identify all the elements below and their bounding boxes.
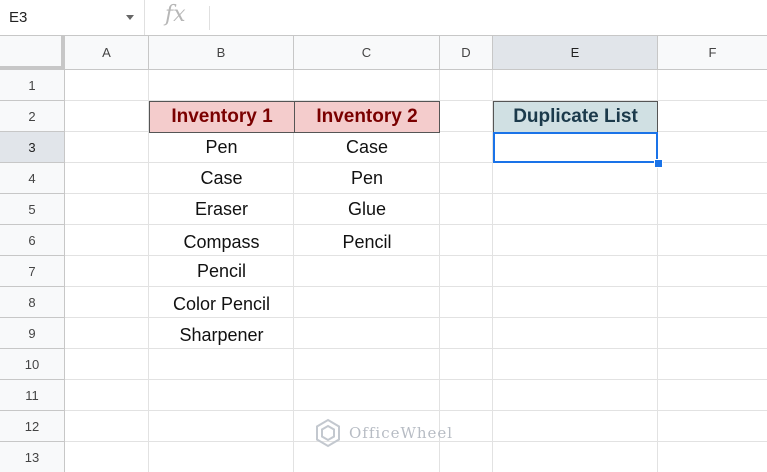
- formula-bar: E3 fx: [0, 0, 767, 36]
- cell-b5[interactable]: Eraser: [149, 194, 294, 225]
- formula-input[interactable]: [215, 0, 767, 35]
- fill-handle[interactable]: [654, 159, 663, 168]
- cell-c3[interactable]: Case: [294, 132, 440, 163]
- cell-b6[interactable]: Compass: [149, 225, 294, 259]
- cell-b3[interactable]: Pen: [149, 132, 294, 163]
- row-header-9[interactable]: 9: [0, 318, 65, 349]
- column-header-d[interactable]: D: [440, 36, 493, 70]
- row-header-8[interactable]: 8: [0, 287, 65, 318]
- row-header-6[interactable]: 6: [0, 225, 65, 256]
- row-header-13[interactable]: 13: [0, 442, 65, 472]
- column-header-f[interactable]: F: [658, 36, 767, 70]
- cell-b4[interactable]: Case: [149, 163, 294, 194]
- cell-c4[interactable]: Pen: [294, 163, 440, 194]
- cell-e2-duplicate-list-header[interactable]: Duplicate List: [493, 101, 658, 133]
- column-header-c[interactable]: C: [294, 36, 440, 70]
- watermark-text: OfficeWheel: [349, 424, 454, 442]
- cell-b9[interactable]: Sharpener: [149, 318, 294, 352]
- divider: [209, 6, 210, 30]
- row-header-3[interactable]: 3: [0, 132, 65, 163]
- select-all-corner[interactable]: [0, 36, 65, 70]
- active-cell-e3[interactable]: [493, 132, 658, 163]
- cell-c6[interactable]: Pencil: [294, 225, 440, 259]
- cell-b2-inventory-1-header[interactable]: Inventory 1: [149, 101, 295, 133]
- row-header-10[interactable]: 10: [0, 349, 65, 380]
- column-header-a[interactable]: A: [65, 36, 149, 70]
- name-box[interactable]: E3: [0, 0, 145, 35]
- watermark: OfficeWheel: [313, 418, 453, 448]
- officewheel-logo-icon: [316, 418, 340, 448]
- row-header-7[interactable]: 7: [0, 256, 65, 287]
- cell-b8[interactable]: Color Pencil: [149, 287, 294, 321]
- row-header-1[interactable]: 1: [0, 70, 65, 101]
- row-header-2[interactable]: 2: [0, 101, 65, 132]
- cell-b7[interactable]: Pencil: [149, 256, 294, 287]
- chevron-down-icon[interactable]: [126, 15, 134, 20]
- fx-icon: fx: [165, 2, 186, 27]
- row-header-4[interactable]: 4: [0, 163, 65, 194]
- cell-reference: E3: [9, 9, 28, 26]
- cell-c5[interactable]: Glue: [294, 194, 440, 225]
- column-header-e[interactable]: E: [493, 36, 658, 70]
- cell-c2-inventory-2-header[interactable]: Inventory 2: [294, 101, 440, 133]
- row-header-11[interactable]: 11: [0, 380, 65, 411]
- row-header-5[interactable]: 5: [0, 194, 65, 225]
- column-header-b[interactable]: B: [149, 36, 294, 70]
- row-header-12[interactable]: 12: [0, 411, 65, 442]
